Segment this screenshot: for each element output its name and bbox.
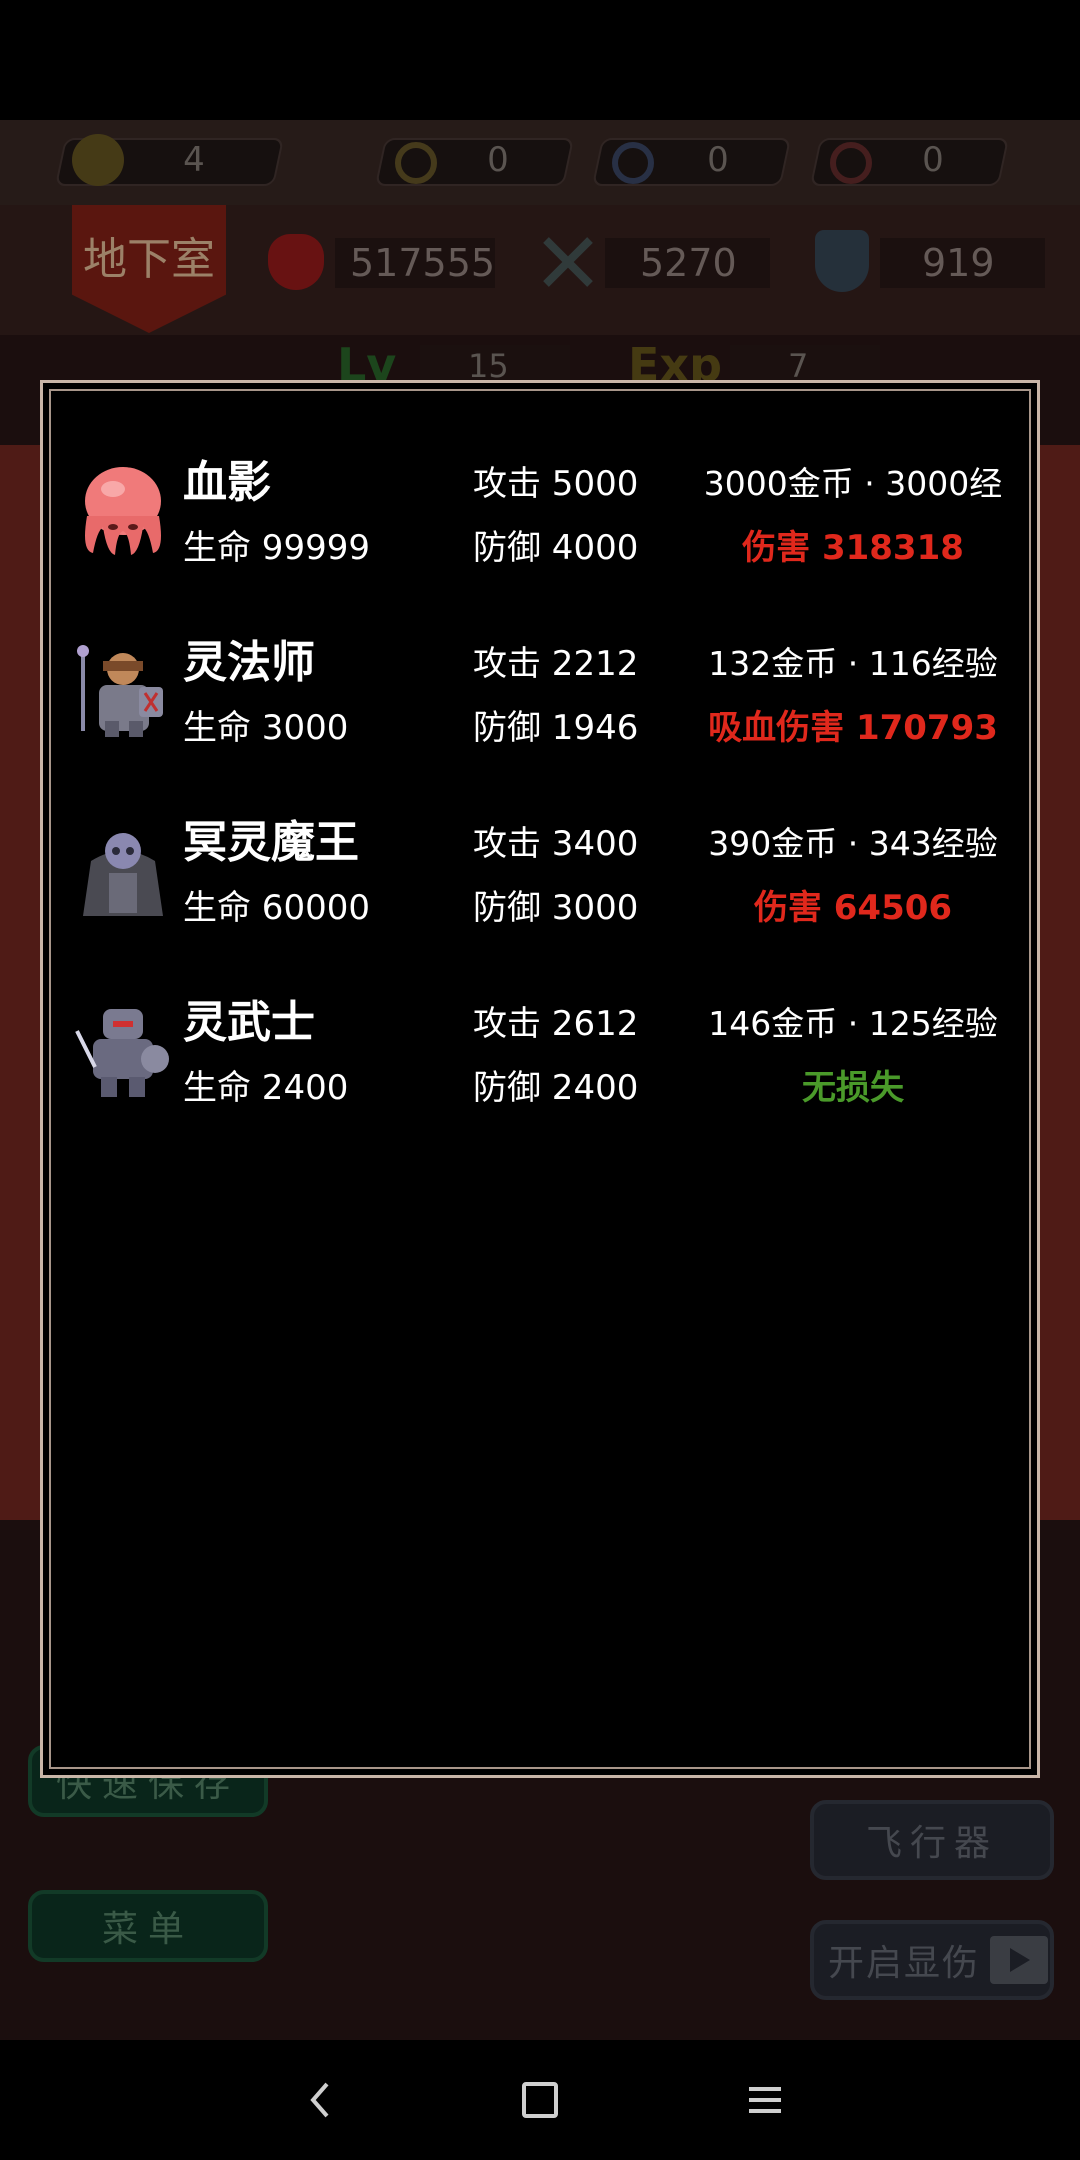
underworld-demon-king-sprite-icon (83, 833, 163, 916)
menu-lines-icon (749, 2080, 781, 2120)
monster-damage: 伤害 64506 (753, 888, 953, 928)
monster-damage: 吸血伤害 170793 (708, 708, 998, 748)
monster-row[interactable]: 灵武士 生命 2400 攻击 2612 防御 2400 146金币 · 125经… (73, 993, 1033, 1143)
monster-defense: 防御 1946 (473, 708, 639, 748)
monster-hp: 生命 3000 (183, 708, 349, 748)
monster-damage: 无损失 (802, 1068, 904, 1108)
recents-button[interactable] (705, 2040, 825, 2160)
monster-reward: 146金币 · 125经验 (708, 1004, 998, 1043)
monster-reward: 390金币 · 343经验 (708, 824, 998, 863)
monster-row[interactable]: 血影 生命 99999 攻击 5000 防御 4000 3000金币 · 300… (73, 453, 1033, 603)
monster-hp: 生命 99999 (183, 528, 370, 568)
monster-hp: 生命 2400 (183, 1068, 349, 1108)
monster-attack: 攻击 2212 (473, 644, 639, 684)
home-square-icon (522, 2082, 558, 2118)
monster-defense: 防御 2400 (473, 1068, 639, 1108)
monster-defense: 防御 3000 (473, 888, 639, 928)
monster-name: 灵法师 (183, 637, 315, 688)
monster-hp: 生命 60000 (183, 888, 370, 928)
monster-name: 冥灵魔王 (183, 817, 359, 868)
monster-reward: 132金币 · 116经验 (708, 644, 998, 683)
back-chevron-icon (310, 2082, 329, 2118)
monster-name: 血影 (183, 457, 271, 508)
monster-manual-modal: 血影 生命 99999 攻击 5000 防御 4000 3000金币 · 300… (40, 380, 1040, 1778)
monster-row[interactable]: 冥灵魔王 生命 60000 攻击 3400 防御 3000 390金币 · 34… (73, 813, 1033, 963)
spirit-warrior-sprite-icon (75, 1009, 169, 1097)
spirit-mage-sprite-icon (77, 645, 163, 737)
monster-defense: 防御 4000 (473, 528, 639, 568)
monster-attack: 攻击 2612 (473, 1004, 639, 1044)
blood-shadow-sprite-icon (85, 467, 161, 555)
monster-damage: 伤害 318318 (742, 528, 964, 568)
home-button[interactable] (480, 2040, 600, 2160)
monster-reward: 3000金币 · 3000经 (703, 464, 1003, 503)
status-bar-area (0, 0, 1080, 120)
back-button[interactable] (260, 2040, 380, 2160)
monster-row[interactable]: 灵法师 生命 3000 攻击 2212 防御 1946 132金币 · 116经… (73, 633, 1033, 783)
monster-attack: 攻击 5000 (473, 464, 639, 504)
monster-name: 灵武士 (183, 997, 315, 1048)
monster-attack: 攻击 3400 (473, 824, 639, 864)
